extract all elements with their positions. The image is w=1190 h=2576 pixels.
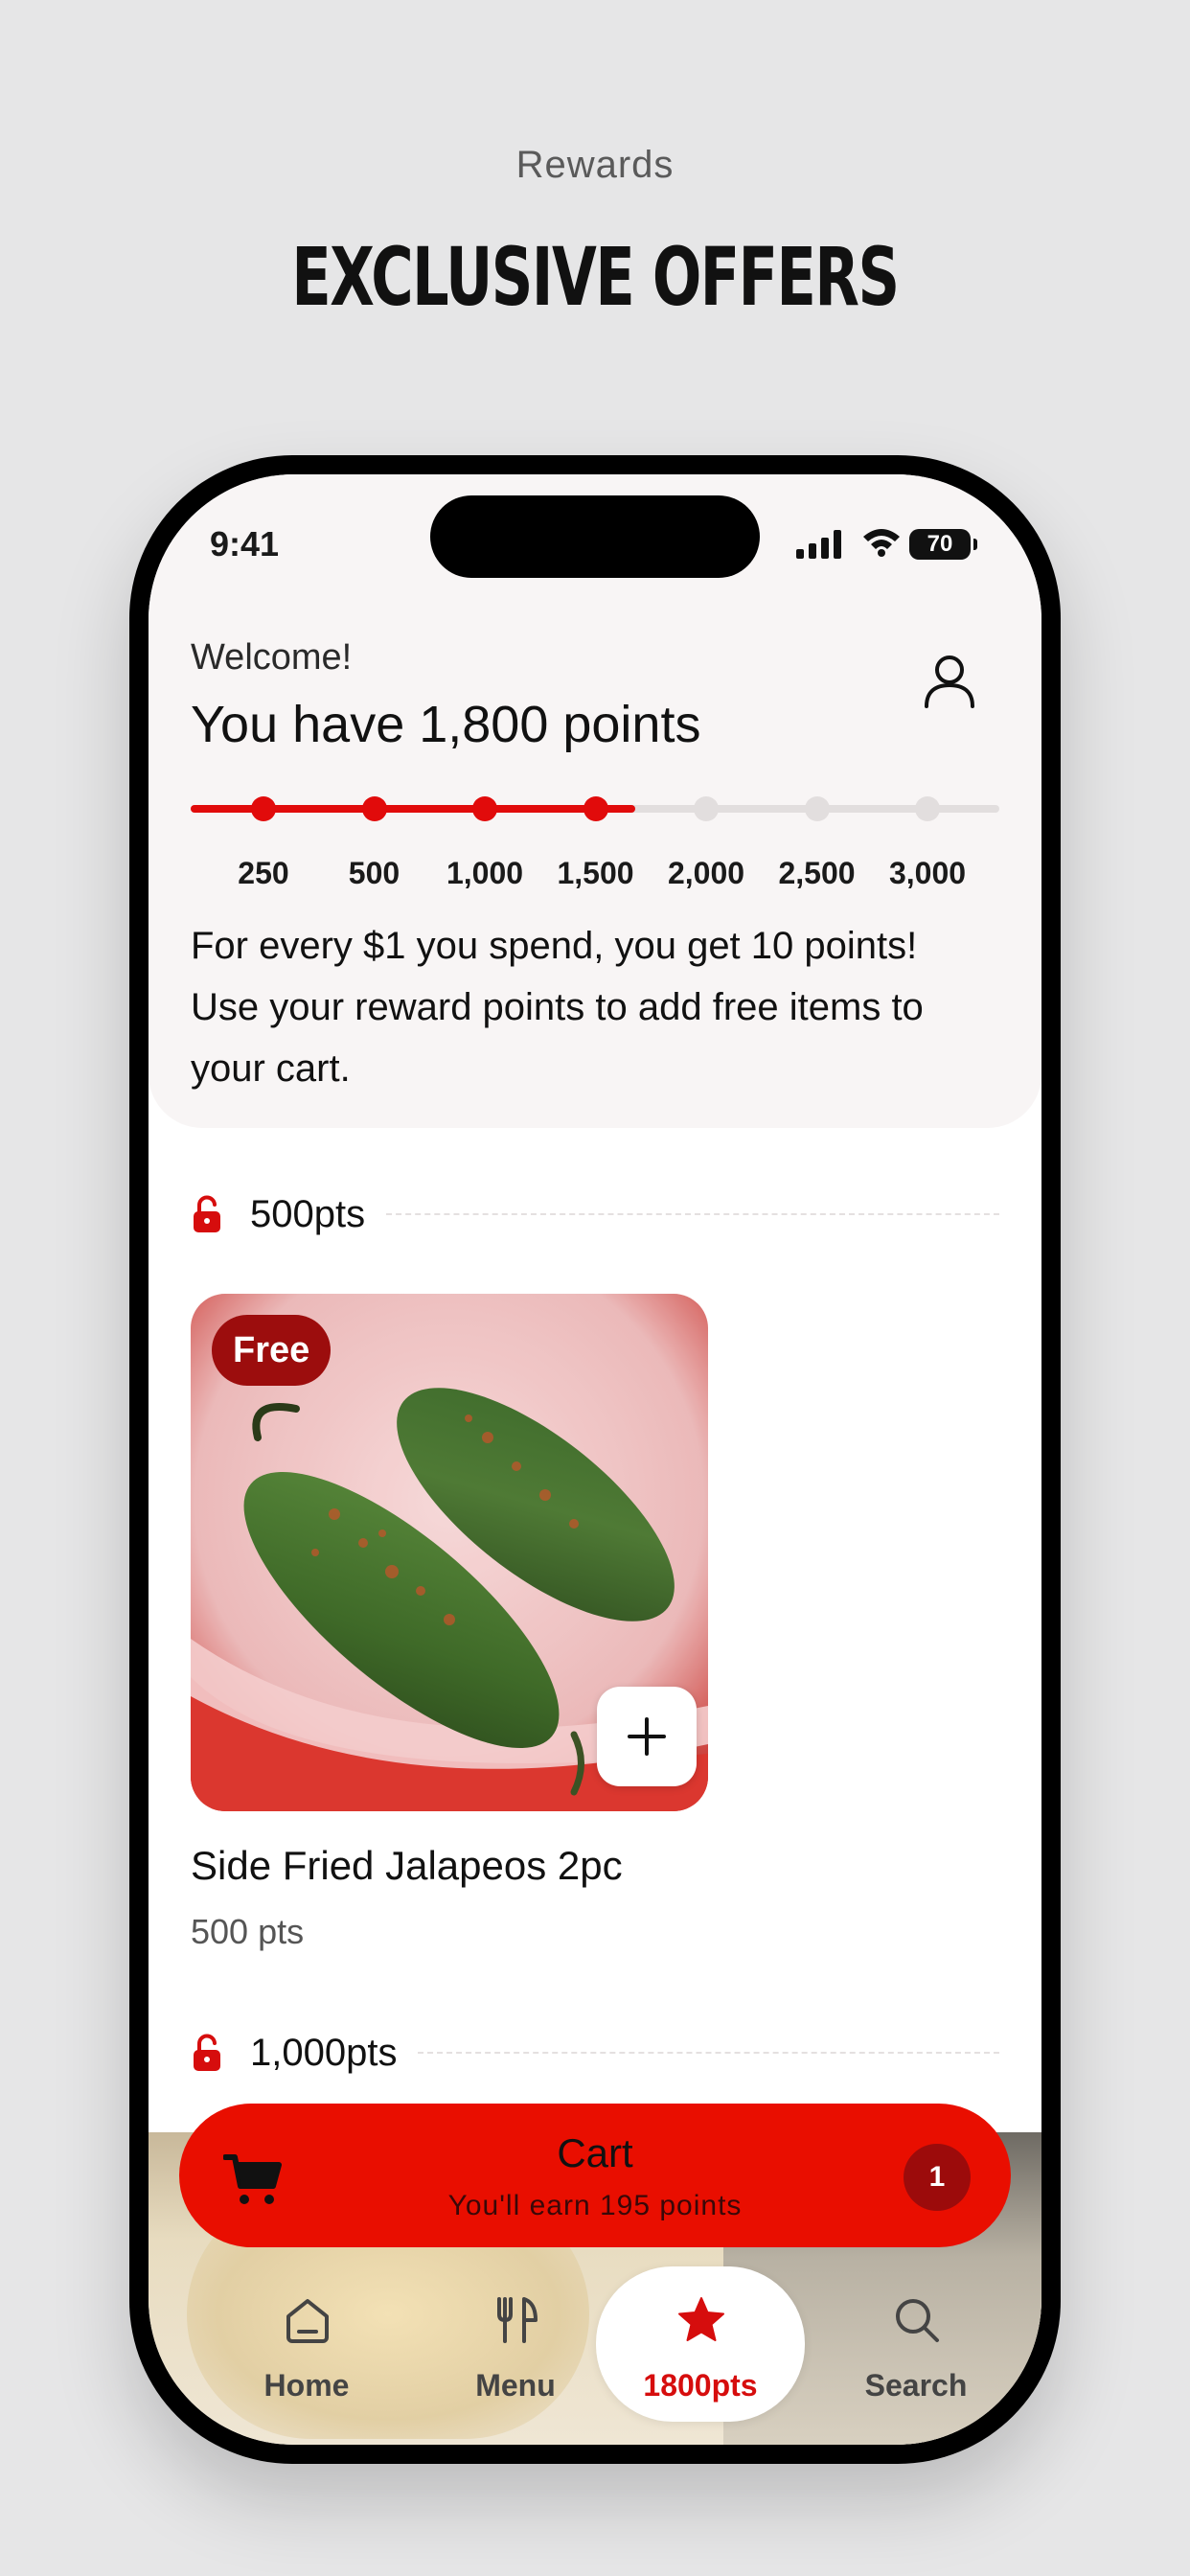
product-name: Side Fried Jalapeos 2pc xyxy=(191,1843,623,1888)
milestone-dot xyxy=(251,796,276,821)
tab-search[interactable]: Search xyxy=(812,2266,1020,2445)
wifi-icon xyxy=(861,526,902,562)
milestone-dot xyxy=(472,796,497,821)
milestone-label: 3,000 xyxy=(888,856,967,890)
milestone-dot xyxy=(804,796,830,821)
app-screen: Welcome! You have 1,800 points 250 500 1,0… xyxy=(149,474,1041,2445)
plus-icon xyxy=(628,1717,666,1756)
tier-divider xyxy=(386,1213,999,1215)
cart-count-badge: 1 xyxy=(904,2144,971,2211)
phone-frame: Welcome! You have 1,800 points 250 500 1,0… xyxy=(129,455,1061,2464)
unlock-icon xyxy=(194,1195,220,1232)
fork-knife-icon xyxy=(497,2297,538,2343)
cart-earn-text: You'll earn 195 points xyxy=(447,2190,743,2221)
tab-label: 1800pts xyxy=(643,2368,758,2403)
tab-label: Menu xyxy=(475,2368,556,2403)
search-icon xyxy=(896,2299,939,2342)
tier-label: 500pts xyxy=(250,1192,366,1235)
tab-label: Search xyxy=(864,2368,968,2403)
tier-row-500: 500pts xyxy=(191,1185,999,1243)
status-time: 9:41 xyxy=(210,524,280,564)
bottom-tab-bar: Home Menu 1800pts Search xyxy=(149,2266,1041,2445)
unlock-icon xyxy=(194,2034,220,2071)
milestone-dot xyxy=(361,796,387,821)
points-info-text: For every $1 you spend, you get 10 point… xyxy=(191,925,924,1090)
tab-label: Home xyxy=(263,2368,350,2403)
milestone-dot xyxy=(583,796,608,821)
battery-icon: 70 xyxy=(909,529,971,560)
cart-button[interactable]: Cart You'll earn 195 points 1 xyxy=(179,2104,1011,2247)
add-to-cart-button[interactable] xyxy=(597,1687,697,1786)
product-points: 500 pts xyxy=(191,1912,305,1951)
cart-title: Cart xyxy=(557,2130,633,2175)
tier-row-1000: 1,000pts xyxy=(191,2024,999,2082)
milestone-dot xyxy=(694,796,719,821)
tier-divider xyxy=(418,2052,999,2054)
battery-tip xyxy=(973,539,977,550)
home-icon xyxy=(286,2299,329,2343)
product-card-jalapenos[interactable]: Free xyxy=(191,1294,708,1811)
tier-label: 1,000pts xyxy=(250,2031,398,2074)
profile-icon[interactable] xyxy=(923,653,976,715)
points-heading: You have 1,800 points xyxy=(191,696,701,753)
tab-menu[interactable]: Menu xyxy=(411,2266,620,2445)
star-icon xyxy=(678,2297,724,2341)
promo-title: EXCLUSIVE OFFERS xyxy=(291,230,900,324)
tab-home[interactable]: Home xyxy=(202,2266,411,2445)
cellular-signal-icon xyxy=(796,530,841,559)
dynamic-island xyxy=(430,495,760,578)
milestone-dot xyxy=(915,796,940,821)
promo-subtitle: Rewards xyxy=(515,144,675,186)
welcome-text: Welcome! xyxy=(191,637,353,678)
tab-rewards[interactable]: 1800pts xyxy=(596,2266,805,2422)
free-badge: Free xyxy=(212,1315,332,1386)
